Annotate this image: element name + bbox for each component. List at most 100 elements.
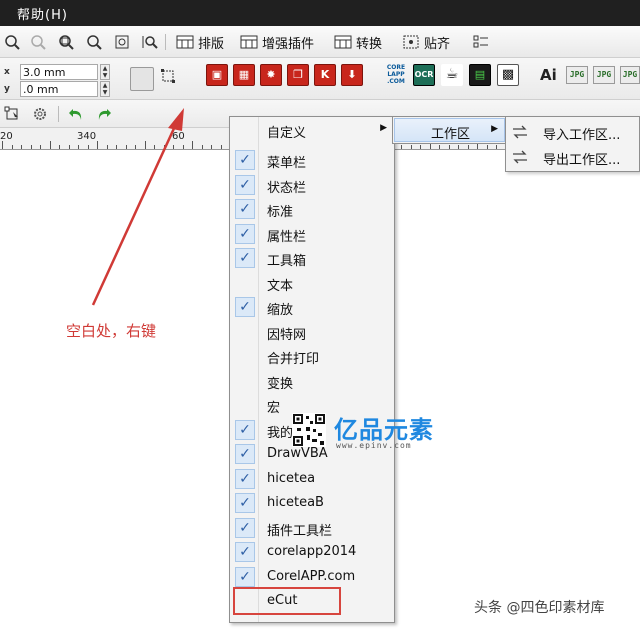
ruler-tick [486, 145, 488, 149]
gear-settings-icon[interactable] [32, 106, 48, 122]
zoom-disabled-icon [30, 34, 46, 50]
bounding-box-icon[interactable] [160, 68, 176, 84]
menu-item[interactable]: ✓ 缩放 [231, 295, 393, 319]
ruler-tick [40, 145, 41, 149]
menu-item[interactable]: ✓ 属性栏 [231, 222, 393, 246]
redo-icon[interactable] [96, 106, 112, 122]
toolbar-separator [165, 34, 166, 50]
menu-item[interactable]: ✓ 插件工具栏 [231, 516, 393, 540]
ruler-tick [21, 145, 22, 149]
plugin-pages-icon[interactable]: ❐ [287, 64, 309, 86]
menu-item[interactable]: ✓ CorelAPP.com [231, 565, 393, 589]
checkmark-icon: ✓ [235, 419, 255, 440]
menu-item[interactable]: 变换 [231, 369, 393, 393]
y-axis-label: y [4, 84, 10, 94]
ocr-icon[interactable]: OCR [413, 64, 435, 86]
checkmark-icon: ✓ [235, 248, 255, 268]
menu-item-label: 变换 [267, 376, 294, 392]
node-select-icon[interactable] [4, 106, 20, 122]
plugin-k-icon[interactable]: K [314, 64, 336, 86]
watermark-source: 头条 @四色印素材库 [474, 600, 605, 616]
menu-help[interactable]: 帮助(H) [17, 4, 68, 23]
menu-item[interactable]: ✓ 标准 [231, 197, 393, 221]
menu-item-label: 缩放 [267, 303, 294, 318]
menu-item-label: 因特网 [267, 327, 307, 343]
menu-item[interactable]: 自定义 ▶ [231, 118, 393, 142]
menu-item[interactable]: 合并打印 [231, 344, 393, 368]
layout-icon [176, 35, 194, 49]
context-menu: 自定义 ▶ ✓ 菜单栏 ✓ 状态栏 ✓ 标准 ✓ 属性栏 ✓ 工具箱 文本 ✓ 缩放 因特网 合并打印 变换宏 ✓ 我… [229, 116, 395, 623]
menu-item-label: 宏 [267, 401, 281, 416]
ruler-tick [192, 141, 193, 149]
ruler-tick [106, 145, 108, 149]
zoom-width-icon[interactable] [142, 34, 158, 50]
ruler-tick [59, 145, 60, 149]
convert-icon [334, 35, 352, 49]
zoom-selected-icon[interactable] [58, 34, 74, 50]
menu-item[interactable]: ✓ 状态栏 [231, 173, 393, 197]
treat-as-filled-button[interactable] [130, 67, 154, 91]
checkmark-icon: ✓ [235, 150, 255, 170]
options-icon-button[interactable] [470, 32, 492, 52]
ruler-tick [125, 145, 127, 149]
layout-menu-button[interactable]: 排版 [174, 32, 226, 52]
plugin-burst-icon[interactable]: ✸ [260, 64, 282, 86]
checkmark-icon: ✓ [235, 297, 255, 317]
menu-item[interactable]: eCut [233, 587, 341, 615]
ruler-tick [154, 145, 155, 149]
ruler-tick [116, 145, 117, 149]
plugin-download-icon[interactable]: ⬇ [341, 64, 363, 86]
ruler-tick [2, 141, 3, 149]
ai-export-icon[interactable]: Ai [540, 66, 557, 84]
menu-item-export-workspace[interactable]: 导出工作区... [507, 145, 638, 169]
menu-item-label: CorelAPP.com [267, 568, 356, 584]
menu-item[interactable]: ✓ corelapp2014 [231, 540, 393, 564]
menu-item[interactable]: ✓ hiceteaB [231, 491, 393, 515]
menu-item[interactable]: 文本 [231, 271, 393, 295]
ruler-tick [410, 145, 412, 149]
id-card-icon[interactable]: ▤ [469, 64, 491, 86]
checkmark-icon: ✓ [235, 199, 255, 219]
jpg-button-3[interactable]: JPG [620, 66, 640, 84]
submenu-arrow-icon: ▶ [380, 123, 387, 133]
nudge-x-spinner[interactable]: ▲ ▼ [100, 64, 110, 80]
ruler-label: 340 [77, 131, 97, 142]
nudge-x-input[interactable] [20, 64, 98, 80]
menu-item-label: DrawVBA [267, 446, 328, 461]
zoom-all-icon[interactable] [86, 34, 102, 50]
ruler-tick [78, 145, 79, 149]
watermark-url: www.epinv.com [336, 441, 412, 450]
plugin-frame-icon[interactable]: ▣ [206, 64, 228, 86]
checkmark-icon: ✓ [235, 493, 255, 513]
checkmark-icon: ✓ [235, 566, 255, 587]
menu-item[interactable]: ✓ hicetea [231, 467, 393, 491]
checkmark-icon: ✓ [235, 542, 255, 562]
ruler-tick [458, 145, 459, 149]
zoom-page-icon[interactable] [114, 34, 130, 50]
menu-item[interactable]: ✓ 菜单栏 [231, 148, 393, 172]
convert-menu-button[interactable]: 转换 [332, 32, 384, 52]
zoom-in-icon[interactable] [4, 34, 20, 50]
qr-code-icon[interactable]: ▩ [497, 64, 519, 86]
annotation-text: 空白处，右键 [66, 322, 157, 340]
jpg-button-1[interactable]: JPG [566, 66, 588, 84]
coffee-cup-icon[interactable]: ☕ [441, 64, 463, 86]
undo-icon[interactable] [68, 106, 84, 122]
ruler-tick [182, 145, 184, 149]
nudge-y-spinner[interactable]: ▲ ▼ [100, 81, 110, 97]
enhance-menu-button[interactable]: 增强插件 [238, 32, 316, 52]
menu-item-workspace[interactable]: 工作区 ▶ [394, 118, 505, 142]
property-bar: x ▲▼ y ▲▼ ▣ ▦ ✸ ❐ K ⬇ CORELAPP.COM OCR ☕… [0, 58, 640, 100]
watermark-qr-icon [292, 413, 326, 447]
jpg-button-2[interactable]: JPG [593, 66, 615, 84]
menu-item[interactable]: ✓ 工具箱 [231, 246, 393, 270]
plugin-grid-icon[interactable]: ▦ [233, 64, 255, 86]
snap-menu-button[interactable]: 贴齐 [400, 32, 452, 52]
ruler-tick [220, 145, 222, 149]
ruler-tick [173, 145, 174, 149]
nudge-y-input[interactable] [20, 81, 98, 97]
menu-item[interactable]: 因特网 [231, 320, 393, 344]
corelapp-logo-icon[interactable]: CORE LAPP .COM [385, 64, 407, 86]
checkmark-icon: ✓ [235, 517, 255, 538]
menu-item-import-workspace[interactable]: 导入工作区... [507, 120, 638, 144]
